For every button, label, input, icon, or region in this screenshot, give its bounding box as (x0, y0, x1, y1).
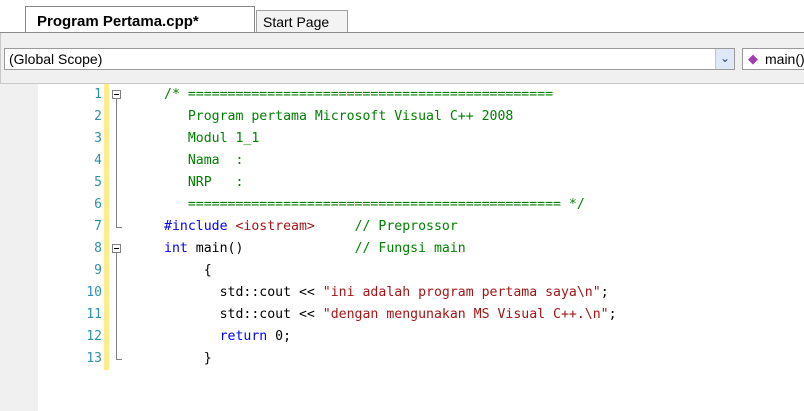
code-text: return 0; (219, 329, 292, 344)
code-text: } (164, 351, 212, 366)
collapse-toggle[interactable] (112, 90, 121, 99)
code-line[interactable]: 5 NRP : (38, 172, 804, 194)
code-line[interactable]: 1 /* ====================================… (38, 84, 804, 106)
code-text: #include <iostream> // Preprossor (164, 219, 458, 234)
change-indicator (104, 216, 109, 238)
navigation-bar: (Global Scope) ⌄ ◆ main() (0, 33, 804, 83)
line-number: 2 (94, 109, 102, 124)
change-indicator (104, 238, 109, 260)
scope-dropdown-button[interactable]: ⌄ (715, 49, 734, 69)
line-number: 9 (94, 263, 102, 278)
change-indicator (104, 348, 109, 370)
code-text: /* =====================================… (164, 87, 554, 102)
change-indicator (104, 150, 109, 172)
scope-value: (Global Scope) (9, 51, 103, 67)
code-text: Modul 1_1 (164, 131, 260, 146)
chevron-down-icon: ⌄ (720, 51, 731, 65)
code-text: ========================================… (164, 197, 585, 212)
code-line[interactable]: 4 Nama : (38, 150, 804, 172)
code-line[interactable]: 12 return 0; (38, 326, 804, 348)
code-line[interactable]: 11 std::cout << "dengan mengunakan MS Vi… (38, 304, 804, 326)
line-number: 3 (94, 131, 102, 146)
code-text: Nama : (164, 153, 244, 168)
change-indicator (104, 106, 109, 128)
code-line[interactable]: 2 Program pertama Microsoft Visual C++ 2… (38, 106, 804, 128)
code-line[interactable]: 13 } (38, 348, 804, 370)
indicator-margin (0, 84, 38, 411)
code-line[interactable]: 10 std::cout << "ini adalah program pert… (38, 282, 804, 304)
line-number: 12 (86, 329, 102, 344)
member-dropdown[interactable]: ◆ main() (742, 48, 804, 70)
outline-end (116, 359, 122, 360)
code-text: Program pertama Microsoft Visual C++ 200… (164, 109, 514, 124)
function-icon: ◆ (748, 51, 758, 66)
code-line[interactable]: 7 #include <iostream> // Preprossor (38, 216, 804, 238)
line-number: 11 (86, 307, 102, 322)
line-number: 1 (94, 87, 102, 102)
outline-guide (116, 253, 117, 359)
change-indicator (104, 172, 109, 194)
change-indicator (104, 304, 109, 326)
line-number: 7 (94, 219, 102, 234)
code-editor[interactable]: 1 /* ====================================… (38, 84, 804, 411)
code-text: { (164, 263, 212, 278)
member-value: main() (765, 51, 804, 67)
tab-label: Program Pertama.cpp* (37, 13, 199, 30)
change-indicator (104, 282, 109, 304)
code-text: int main() // Fungsi main (164, 241, 466, 256)
line-number: 4 (94, 153, 102, 168)
code-line[interactable]: 9 { (38, 260, 804, 282)
change-indicator (104, 128, 109, 150)
tab-program-pertama[interactable]: Program Pertama.cpp* (25, 6, 255, 34)
change-indicator (104, 326, 109, 348)
code-text: std::cout << "ini adalah program pertama… (164, 285, 609, 300)
scope-dropdown[interactable]: (Global Scope) ⌄ (4, 48, 735, 70)
code-line[interactable]: 6 ======================================… (38, 194, 804, 216)
document-tab-bar: Program Pertama.cpp* Start Page (0, 0, 804, 34)
code-line[interactable]: 8 int main() // Fungsi main (38, 238, 804, 260)
change-indicator (104, 84, 109, 106)
line-number: 13 (86, 351, 102, 366)
change-indicator (104, 194, 109, 216)
code-line[interactable]: 3 Modul 1_1 (38, 128, 804, 150)
line-number: 10 (86, 285, 102, 300)
collapse-toggle[interactable] (112, 244, 121, 253)
line-number: 5 (94, 175, 102, 190)
outline-end (116, 227, 122, 228)
line-number: 8 (94, 241, 102, 256)
outline-guide (116, 99, 117, 227)
line-number: 6 (94, 197, 102, 212)
code-text: NRP : (164, 175, 244, 190)
tab-label: Start Page (263, 14, 330, 30)
code-text: std::cout << "dengan mengunakan MS Visua… (164, 307, 617, 322)
tab-start-page[interactable]: Start Page (256, 10, 348, 33)
change-indicator (104, 260, 109, 282)
